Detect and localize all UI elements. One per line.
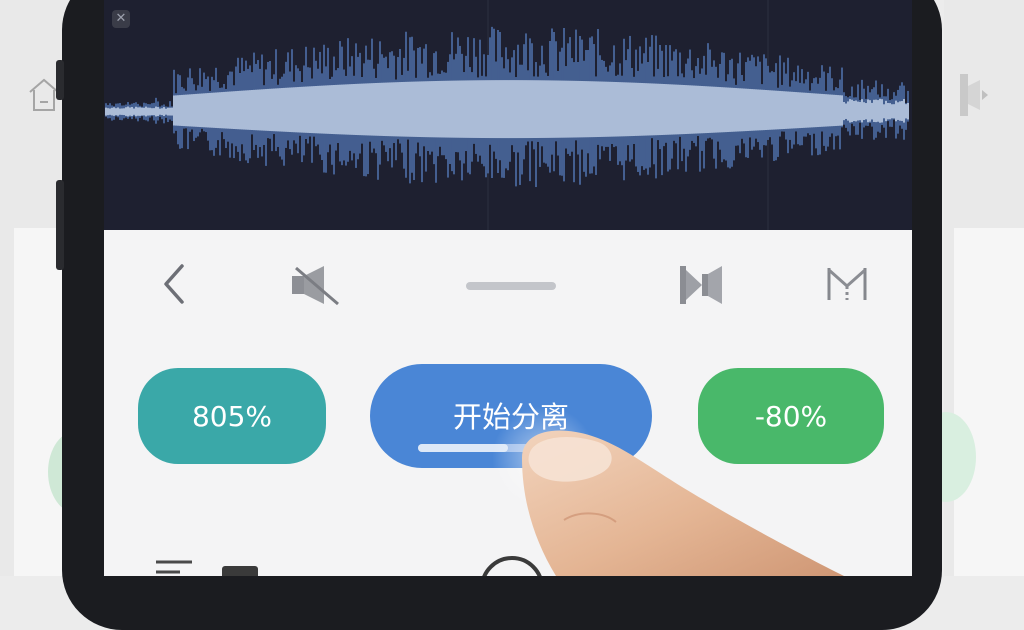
right-value-label: -80%: [754, 399, 828, 433]
app-screen: ✕ 805% 开始分离 -80%: [104, 0, 912, 576]
phone-side-button: [56, 60, 64, 100]
mute-speaker-icon[interactable]: [290, 264, 342, 306]
separation-progress-bar: [418, 444, 568, 452]
drag-handle[interactable]: [466, 282, 556, 290]
phone-volume-button: [56, 180, 64, 270]
start-separation-button[interactable]: 开始分离: [370, 364, 652, 468]
audio-waveform[interactable]: [104, 0, 912, 230]
start-separation-label: 开始分离: [452, 400, 569, 434]
right-value-button[interactable]: -80%: [698, 368, 884, 464]
menu-icon[interactable]: [156, 556, 196, 576]
left-value-label: 805%: [191, 399, 273, 433]
library-icon[interactable]: [222, 566, 258, 576]
background-home-icon: [26, 72, 59, 112]
background-speaker-icon: [954, 70, 994, 127]
play-split-icon[interactable]: [678, 264, 726, 306]
record-button[interactable]: [480, 556, 544, 576]
back-chevron-icon[interactable]: [160, 262, 190, 306]
split-marker-icon[interactable]: [826, 266, 868, 304]
waveform-panel[interactable]: ✕: [104, 0, 912, 230]
close-icon[interactable]: ✕: [112, 10, 130, 28]
separation-progress-fill: [418, 444, 508, 452]
left-value-button[interactable]: 805%: [138, 368, 326, 464]
toolbar: [104, 230, 912, 340]
background-panel-right: [954, 228, 1024, 576]
